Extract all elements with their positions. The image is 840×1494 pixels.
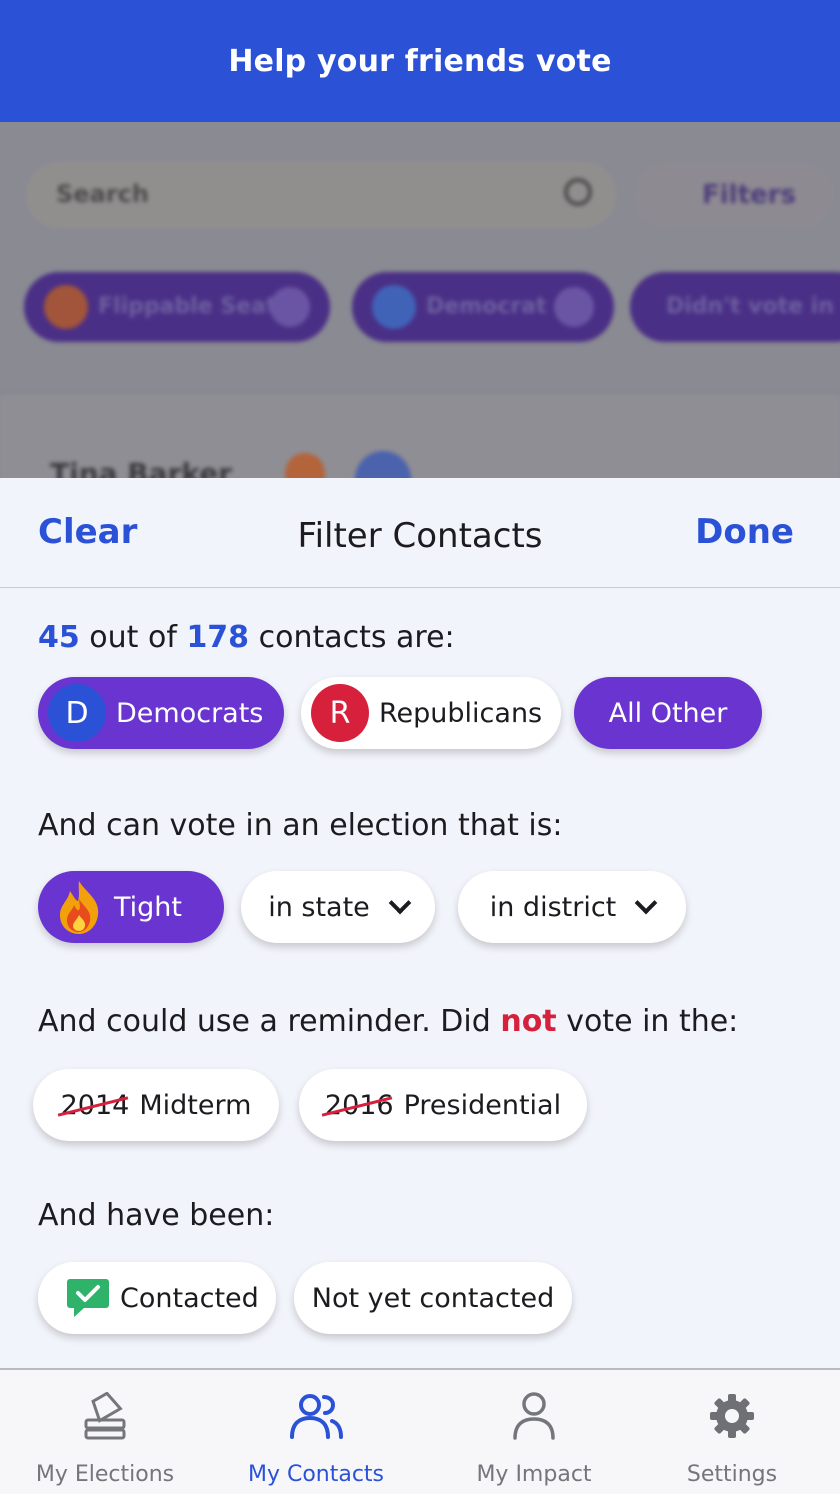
republican-icon: R xyxy=(311,684,369,742)
background-chip-label: Didn't vote in 2 xyxy=(666,294,840,319)
in-district-dropdown[interactable]: in district xyxy=(458,871,686,943)
all-other-filter[interactable]: All Other xyxy=(574,677,762,749)
app-header: Help your friends vote xyxy=(0,0,840,122)
midterm-label: Midterm xyxy=(139,1089,252,1121)
democrat-icon xyxy=(372,285,416,329)
background-search-input: Search xyxy=(26,162,616,228)
democrats-filter[interactable]: D Democrats xyxy=(38,677,284,749)
presidential-label: Presidential xyxy=(403,1089,562,1121)
democrat-icon: D xyxy=(48,684,106,742)
background-chip: Didn't vote in 2 xyxy=(630,272,840,342)
background-chip-label: Flippable Seat xyxy=(98,294,277,319)
gear-icon xyxy=(708,1390,756,1442)
all-other-label: All Other xyxy=(608,697,728,729)
party-badge xyxy=(355,451,411,478)
republicans-filter[interactable]: R Republicans xyxy=(301,677,561,749)
tab-my-contacts[interactable]: My Contacts xyxy=(240,1370,392,1494)
background-chip-label: Democrat xyxy=(426,294,547,319)
close-icon xyxy=(554,287,594,327)
contact-count: 45 out of 178 contacts are: xyxy=(38,620,455,655)
tab-bar: My Elections My Contacts My Impact Setti… xyxy=(0,1368,840,1494)
total-count: 178 xyxy=(186,620,250,655)
in-state-dropdown[interactable]: in state xyxy=(241,871,435,943)
flame-icon xyxy=(56,879,102,935)
midterm-year: 2014 xyxy=(60,1089,130,1121)
contacted-section-label: And have been: xyxy=(38,1198,275,1233)
tab-label: Settings xyxy=(686,1462,778,1487)
tight-label: Tight xyxy=(114,891,183,923)
contacted-label: Contacted xyxy=(120,1282,259,1314)
count-text-1: out of xyxy=(89,620,177,655)
flame-icon xyxy=(44,285,88,329)
chevron-down-icon xyxy=(388,891,412,915)
tab-my-impact[interactable]: My Impact xyxy=(466,1370,602,1494)
background-search-placeholder: Search xyxy=(56,180,149,208)
flame-icon xyxy=(285,453,325,478)
republicans-label: Republicans xyxy=(379,697,543,729)
presidential-year: 2016 xyxy=(324,1089,394,1121)
background-filters-label: Filters xyxy=(702,180,796,210)
not-yet-contacted-filter[interactable]: Not yet contacted xyxy=(294,1262,572,1334)
checkmark-message-icon xyxy=(66,1277,110,1319)
background-chip: Democrat xyxy=(352,272,614,342)
done-button[interactable]: Done xyxy=(695,512,794,552)
background-filters-button: Filters xyxy=(634,162,834,228)
tab-label: My Elections xyxy=(35,1462,175,1487)
tight-filter[interactable]: Tight xyxy=(38,871,224,943)
midterm-filter[interactable]: 2014 Midterm xyxy=(33,1069,279,1141)
close-icon xyxy=(270,287,310,327)
reminder-not: not xyxy=(500,1004,557,1039)
not-yet-contacted-label: Not yet contacted xyxy=(311,1282,555,1314)
in-state-label: in state xyxy=(268,891,370,923)
reminder-section-label: And could use a reminder. Did not vote i… xyxy=(38,1004,738,1039)
presidential-filter[interactable]: 2016 Presidential xyxy=(299,1069,587,1141)
ballot-box-icon xyxy=(83,1390,127,1442)
background-contact-name: Tina Barker xyxy=(50,457,232,478)
filter-sheet: Clear Filter Contacts Done 45 out of 178… xyxy=(0,478,840,1368)
app-title: Help your friends vote xyxy=(228,43,612,79)
contacted-filter[interactable]: Contacted xyxy=(38,1262,276,1334)
sheet-header: Clear Filter Contacts Done xyxy=(0,478,840,588)
in-district-label: in district xyxy=(489,891,617,923)
matched-count: 45 xyxy=(38,620,80,655)
tab-label: My Contacts xyxy=(247,1462,385,1487)
reminder-label-2: vote in the: xyxy=(566,1004,739,1039)
background-chip: Flippable Seat xyxy=(24,272,330,342)
search-icon xyxy=(564,178,592,206)
dimmed-background: Search Filters Flippable Seat Democrat D… xyxy=(0,122,840,478)
chevron-down-icon xyxy=(634,891,658,915)
background-contact-row: Tina Barker xyxy=(0,392,840,478)
democrats-label: Democrats xyxy=(116,697,264,729)
election-section-label: And can vote in an election that is: xyxy=(38,808,563,843)
count-text-2: contacts are: xyxy=(258,620,455,655)
people-icon xyxy=(286,1390,346,1442)
person-icon xyxy=(511,1390,557,1442)
reminder-label-1: And could use a reminder. Did xyxy=(38,1004,491,1039)
tab-label: My Impact xyxy=(476,1462,592,1487)
tab-my-elections[interactable]: My Elections xyxy=(30,1370,180,1494)
tab-settings[interactable]: Settings xyxy=(670,1370,794,1494)
